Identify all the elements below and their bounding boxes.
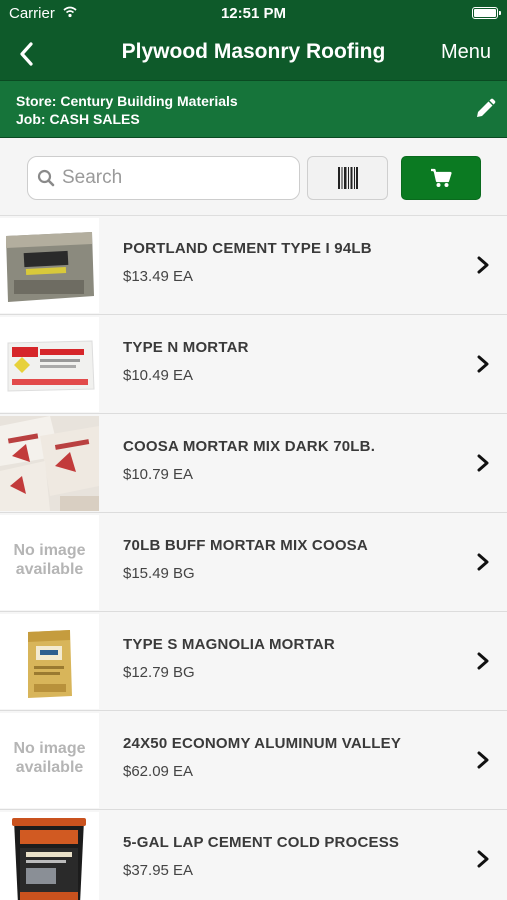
product-price: $10.49 EA	[123, 367, 194, 384]
cart-icon	[431, 168, 452, 187]
search-toolbar	[0, 138, 507, 216]
chevron-right-icon	[477, 454, 489, 472]
no-image-placeholder: No image available	[13, 740, 86, 776]
product-name: TYPE N MORTAR	[123, 339, 249, 356]
product-price: $13.49 EA	[123, 268, 194, 285]
nav-bar: Plywood Masonry Roofing Menu	[0, 28, 507, 80]
cart-button[interactable]	[401, 156, 481, 200]
menu-button[interactable]: Menu	[441, 41, 491, 64]
product-thumbnail	[0, 416, 99, 511]
product-price: $62.09 EA	[123, 763, 194, 780]
app-header: Carrier 12:51 PM Plywood Masonry Roofing…	[0, 0, 507, 80]
store-label: Store: Century Building Materials	[16, 93, 238, 109]
chevron-right-icon	[477, 652, 489, 670]
list-item[interactable]: COOSA MORTAR MIX DARK 70LB. $10.79 EA	[0, 414, 507, 513]
job-label: Job: CASH SALES	[16, 111, 140, 127]
product-thumbnail	[0, 317, 99, 412]
page-title: Plywood Masonry Roofing	[121, 40, 386, 63]
search-icon	[37, 169, 55, 187]
product-name: TYPE S MAGNOLIA MORTAR	[123, 636, 335, 653]
chevron-right-icon	[477, 751, 489, 769]
chevron-right-icon	[477, 355, 489, 373]
product-thumbnail: No image available	[0, 713, 99, 808]
product-thumbnail	[0, 812, 99, 900]
chevron-right-icon	[477, 553, 489, 571]
barcode-scan-button[interactable]	[307, 156, 388, 200]
product-name: 5-GAL LAP CEMENT COLD PROCESS	[123, 834, 400, 851]
product-name: COOSA MORTAR MIX DARK 70LB.	[123, 438, 376, 455]
edit-pencil-icon[interactable]	[473, 97, 497, 121]
no-image-placeholder: No image available	[13, 542, 86, 578]
search-input[interactable]	[62, 165, 292, 191]
list-item[interactable]: No image available 70LB BUFF MORTAR MIX …	[0, 513, 507, 612]
store-job-bar: Store: Century Building Materials Job: C…	[0, 80, 507, 138]
coosa-bags-image	[0, 416, 99, 511]
magnolia-bag-image	[0, 614, 99, 709]
mortar-bag-image	[0, 317, 99, 412]
cement-bag-image	[0, 218, 99, 313]
product-name: PORTLAND CEMENT TYPE I 94LB	[123, 240, 372, 257]
gardner-bucket-image	[0, 812, 99, 900]
list-item[interactable]: 5-GAL LAP CEMENT COLD PROCESS $37.95 EA	[0, 810, 507, 900]
product-name: 70LB BUFF MORTAR MIX COOSA	[123, 537, 368, 554]
list-item[interactable]: TYPE S MAGNOLIA MORTAR $12.79 BG	[0, 612, 507, 711]
chevron-right-icon	[477, 850, 489, 868]
list-item[interactable]: PORTLAND CEMENT TYPE I 94LB $13.49 EA	[0, 216, 507, 315]
product-price: $15.49 BG	[123, 565, 195, 582]
list-item[interactable]: TYPE N MORTAR $10.49 EA	[0, 315, 507, 414]
product-thumbnail: No image available	[0, 515, 99, 610]
product-price: $10.79 EA	[123, 466, 194, 483]
product-price: $37.95 EA	[123, 862, 194, 879]
product-thumbnail	[0, 218, 99, 313]
barcode-icon	[337, 167, 358, 189]
search-field[interactable]	[27, 156, 300, 200]
product-thumbnail	[0, 614, 99, 709]
back-button[interactable]	[8, 36, 44, 72]
chevron-left-icon	[20, 42, 33, 66]
battery-icon	[472, 7, 501, 19]
list-item[interactable]: No image available 24X50 ECONOMY ALUMINU…	[0, 711, 507, 810]
product-price: $12.79 BG	[123, 664, 195, 681]
product-name: 24X50 ECONOMY ALUMINUM VALLEY	[123, 735, 402, 752]
status-time: 12:51 PM	[220, 5, 287, 22]
status-bar: Carrier 12:51 PM	[0, 0, 507, 28]
chevron-right-icon	[477, 256, 489, 274]
